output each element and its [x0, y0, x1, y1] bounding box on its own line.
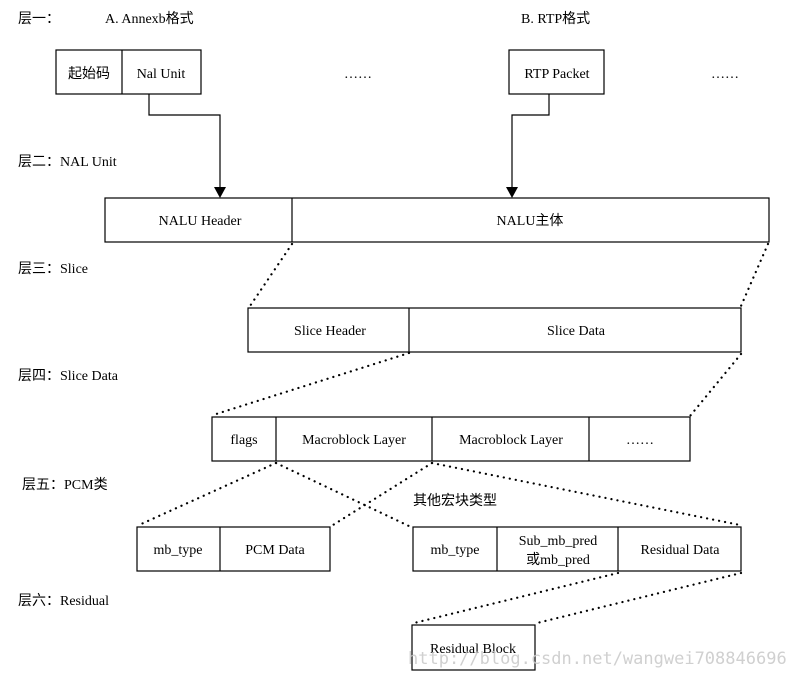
layer-label-4: 层四：Slice Data — [18, 369, 119, 384]
start-code-cell: 起始码 — [68, 66, 110, 82]
flags-cell: flags — [230, 433, 257, 448]
rtp-packet-cell: RTP Packet — [524, 67, 589, 82]
h264-layer-diagram: 层一： 层二：NAL Unit 层三：Slice 层四：Slice Data 层… — [18, 11, 787, 671]
other-mb-types-title: 其他宏块类型 — [413, 493, 497, 509]
rtp-to-nalu-arrow — [511, 94, 550, 188]
nalu-body-cell: NALU主体 — [497, 213, 564, 229]
rtp-format-title: B. RTP格式 — [521, 11, 590, 27]
layer-label-2: 层二：NAL Unit — [18, 155, 117, 170]
rtp-stream: RTP Packet — [508, 49, 605, 95]
connector-dotted — [211, 351, 411, 417]
watermark: http://blog.csdn.net/wangwei708846696 — [408, 649, 787, 669]
layer-label-6: 层六：Residual — [18, 593, 109, 609]
macroblock-layer-cell: Macroblock Layer — [459, 433, 563, 448]
pcm-row: mb_type PCM Data — [136, 526, 331, 572]
connector-dotted — [688, 352, 743, 418]
layer-label-1: 层一： — [18, 12, 60, 27]
slice-data-cell: Slice Data — [547, 324, 606, 339]
connector-dotted — [739, 242, 770, 308]
rtp-ellipsis: …… — [711, 67, 739, 82]
nal-unit-row: NALU Header NALU主体 — [104, 197, 770, 243]
annexb-format-title: A. Annexb格式 — [105, 11, 194, 27]
macroblock-layer-cell: Macroblock Layer — [302, 433, 406, 448]
nalu-header-cell: NALU Header — [159, 214, 242, 229]
slice-data-box — [211, 416, 691, 462]
pcm-data-cell: PCM Data — [245, 543, 305, 558]
arrowhead-icon — [506, 187, 518, 198]
pcm-mb-type-cell: mb_type — [154, 543, 203, 558]
layer-label-5: 层五：PCM类 — [22, 477, 108, 493]
residual-data-cell: Residual Data — [641, 543, 721, 558]
connector-dotted — [412, 571, 620, 625]
layer-label-3: 层三：Slice — [18, 262, 88, 277]
annexb-stream: 起始码 Nal Unit — [55, 49, 202, 95]
connector-dotted — [535, 571, 743, 625]
slice-header-cell: Slice Header — [294, 324, 366, 339]
connector-dotted — [248, 242, 294, 308]
annexb-to-nalu-arrow — [148, 94, 221, 188]
sub-mb-pred-cell: Sub_mb_pred — [519, 534, 598, 549]
nal-unit-cell: Nal Unit — [137, 67, 186, 82]
mb-pred-cell: 或mb_pred — [526, 552, 590, 568]
ellipsis-cell: …… — [626, 433, 654, 448]
annexb-ellipsis: …… — [344, 67, 372, 82]
other-mb-row: mb_type Sub_mb_pred 或mb_pred Residual Da… — [412, 526, 742, 572]
other-mb-type-cell: mb_type — [431, 543, 480, 558]
connector-dotted — [137, 461, 278, 527]
slice-data-row: flags Macroblock Layer Macroblock Layer … — [211, 416, 691, 462]
arrowhead-icon — [214, 187, 226, 198]
slice-row: Slice Header Slice Data — [247, 307, 742, 353]
